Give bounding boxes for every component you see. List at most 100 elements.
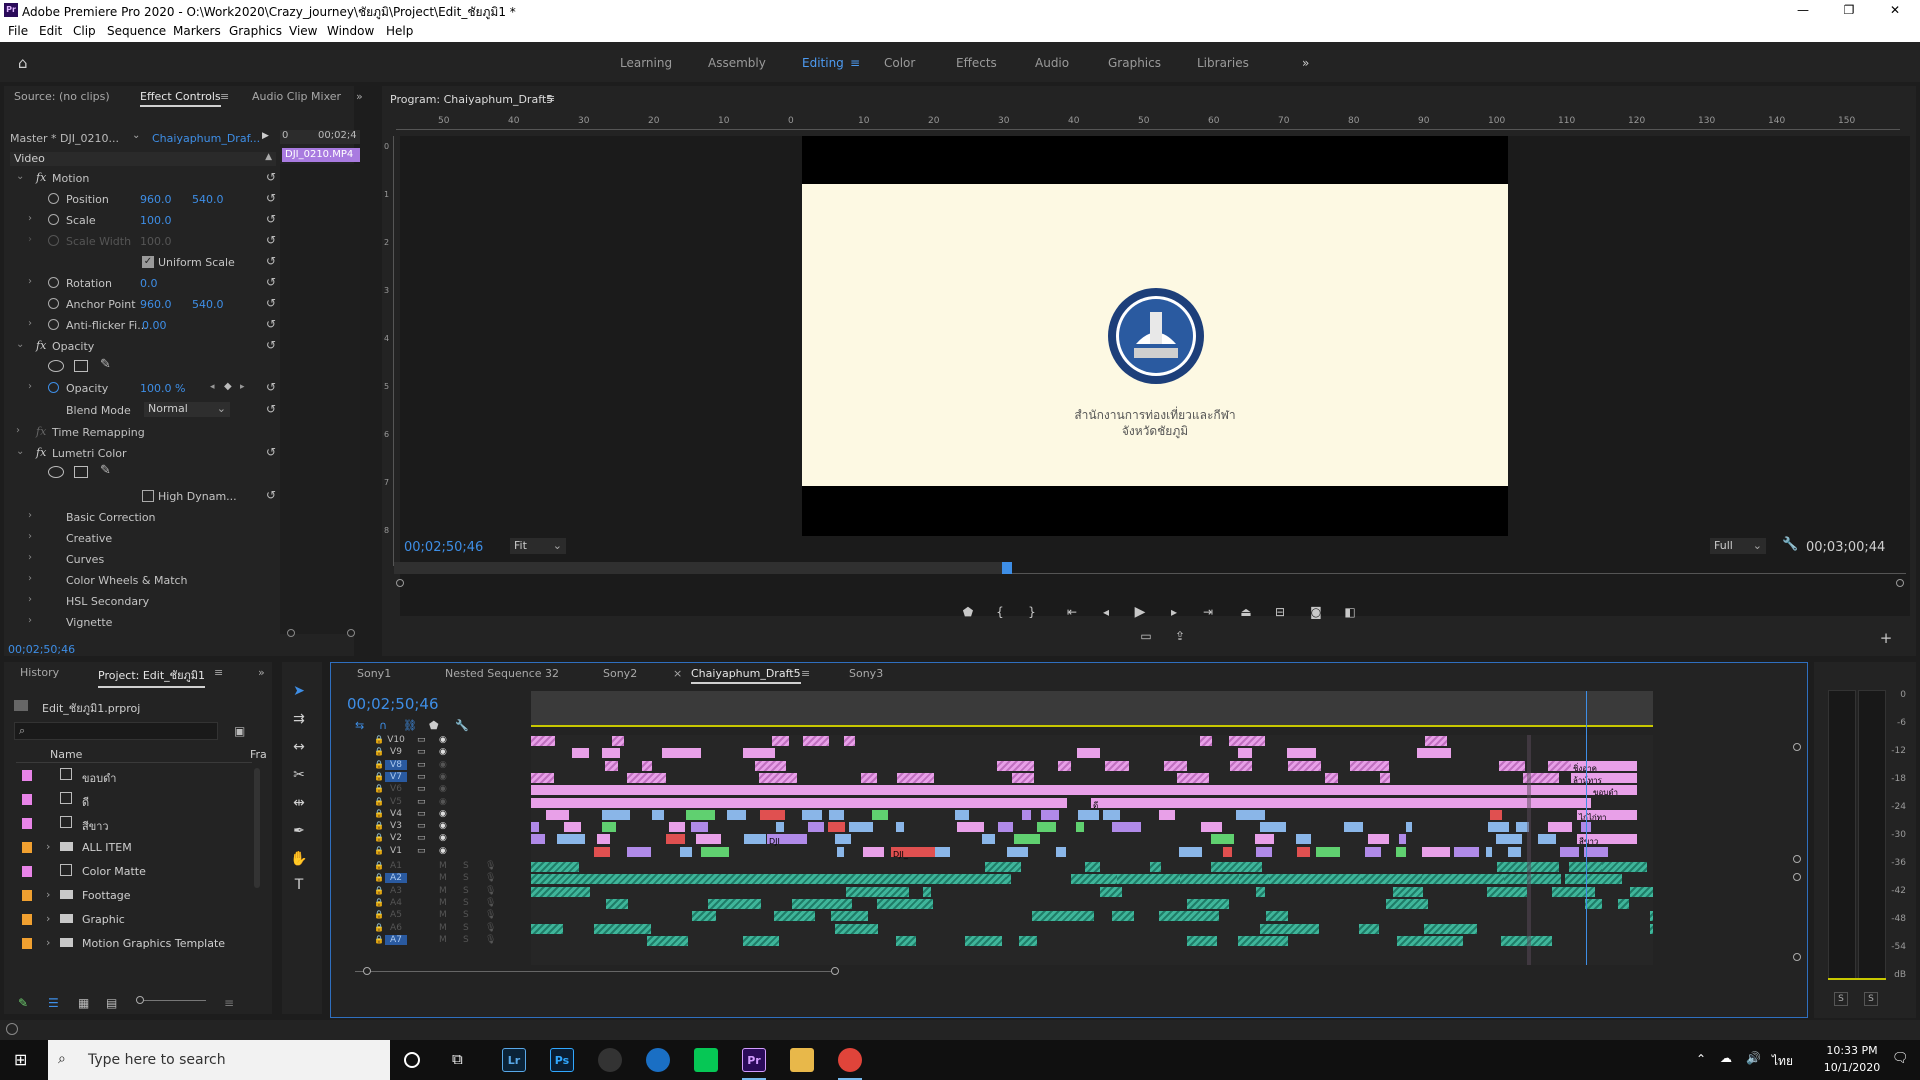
chevron-right-icon[interactable]: › bbox=[28, 510, 32, 521]
timeline-clip[interactable] bbox=[1584, 846, 1608, 857]
v-scroll-handle-mid[interactable] bbox=[1793, 855, 1801, 863]
chevron-right-icon[interactable]: › bbox=[28, 213, 32, 224]
timeline-clip[interactable] bbox=[1380, 772, 1390, 783]
timeline-clip[interactable] bbox=[1424, 923, 1477, 934]
timeline-clip[interactable] bbox=[1007, 846, 1028, 857]
sync-lock-icon[interactable]: ▭ bbox=[417, 735, 426, 745]
zoom-slider-handle[interactable] bbox=[136, 996, 144, 1004]
timeline-clip[interactable] bbox=[829, 809, 844, 820]
timeline-clip[interactable] bbox=[1260, 822, 1286, 833]
chevron-right-icon[interactable]: › bbox=[28, 615, 32, 626]
list-view-icon[interactable]: ☰ bbox=[48, 996, 59, 1010]
timeline-clip[interactable] bbox=[1490, 809, 1502, 820]
timeline-clip[interactable] bbox=[1552, 886, 1595, 897]
timeline-time-ruler[interactable] bbox=[531, 691, 1653, 727]
lock-icon[interactable]: 🔒 bbox=[374, 910, 384, 919]
timeline-clip[interactable] bbox=[1344, 822, 1363, 833]
timeline-clip[interactable] bbox=[1499, 760, 1525, 771]
timeline-clip[interactable] bbox=[1019, 935, 1037, 946]
snap-icon[interactable]: ∩ bbox=[379, 719, 387, 732]
zoom-handle-right[interactable] bbox=[347, 629, 355, 637]
workspace-color[interactable]: Color bbox=[884, 56, 915, 70]
timeline-clip[interactable] bbox=[955, 809, 969, 820]
label-color-swatch[interactable] bbox=[22, 866, 32, 877]
timeline-clip[interactable] bbox=[743, 935, 779, 946]
timeline-clip[interactable] bbox=[594, 846, 610, 857]
a-scroll-handle-top[interactable] bbox=[1793, 873, 1801, 881]
mute-icon[interactable]: M bbox=[439, 910, 447, 920]
lumetri-section-hsl[interactable]: › HSL Secondary bbox=[10, 593, 278, 610]
timeline-clip[interactable] bbox=[1037, 822, 1056, 833]
timeline-clip[interactable] bbox=[1201, 822, 1222, 833]
home-icon[interactable]: ⌂ bbox=[18, 54, 34, 72]
chevron-right-icon[interactable]: › bbox=[46, 936, 50, 949]
timeline-clip[interactable] bbox=[1650, 923, 1653, 934]
panel-overflow-icon[interactable]: » bbox=[356, 90, 363, 103]
chevron-right-icon[interactable]: › bbox=[28, 594, 32, 605]
cortana-icon[interactable] bbox=[404, 1052, 420, 1068]
timeline-clip[interactable] bbox=[1100, 886, 1122, 897]
onedrive-icon[interactable]: ☁ bbox=[1720, 1051, 1732, 1065]
high-dynamic-checkbox[interactable] bbox=[142, 490, 154, 502]
eye-icon[interactable]: ◉ bbox=[439, 784, 447, 794]
reset-icon[interactable]: ↺ bbox=[266, 317, 278, 331]
track-name[interactable]: V9 bbox=[385, 747, 407, 757]
project-item[interactable]: › Graphic bbox=[16, 910, 206, 930]
timeline-clip[interactable] bbox=[808, 822, 824, 833]
chrome-icon[interactable] bbox=[838, 1048, 862, 1072]
timeline-clip[interactable] bbox=[792, 898, 852, 909]
menu-markers[interactable]: Markers bbox=[173, 24, 221, 38]
clip-bar[interactable]: DJI_0210.MP4 bbox=[282, 148, 360, 162]
prev-keyframe-icon[interactable]: ◂ bbox=[210, 382, 215, 392]
microphone-icon[interactable]: 🎙 bbox=[485, 910, 496, 920]
timeline-clip[interactable] bbox=[872, 809, 888, 820]
timeline-clip[interactable] bbox=[531, 834, 545, 845]
timeline-clip[interactable] bbox=[557, 834, 585, 845]
new-bin-icon[interactable]: ▣ bbox=[234, 724, 245, 738]
timeline-clip[interactable] bbox=[1076, 822, 1084, 833]
timeline-clip[interactable] bbox=[1488, 822, 1509, 833]
program-scrub-bar[interactable] bbox=[394, 562, 1906, 574]
label-color-swatch[interactable] bbox=[22, 914, 32, 925]
solo-icon[interactable]: S bbox=[463, 886, 469, 896]
timeline-clip[interactable] bbox=[1487, 886, 1527, 897]
timeline-clip[interactable] bbox=[755, 760, 786, 771]
timeline-clip[interactable] bbox=[1396, 846, 1406, 857]
timeline-clip[interactable] bbox=[1255, 834, 1274, 845]
timeline-clip[interactable] bbox=[686, 809, 715, 820]
timeline-clip[interactable] bbox=[597, 834, 610, 845]
blend-mode-select[interactable]: Normal ⌄ bbox=[144, 402, 230, 417]
timeline-clip[interactable] bbox=[896, 935, 916, 946]
timeline-clip[interactable] bbox=[606, 898, 628, 909]
timeline-clip[interactable] bbox=[602, 748, 620, 759]
timeline-clip[interactable] bbox=[647, 935, 688, 946]
timeline-clip[interactable] bbox=[1041, 809, 1059, 820]
timeline-clip[interactable] bbox=[1288, 760, 1321, 771]
workspace-graphics[interactable]: Graphics bbox=[1108, 56, 1161, 70]
timeline-clip[interactable] bbox=[803, 736, 829, 746]
reset-icon[interactable]: ↺ bbox=[266, 338, 278, 352]
timeline-clip[interactable]: ล้าน์ทาร bbox=[1571, 772, 1637, 785]
track-name[interactable]: V1 bbox=[385, 846, 407, 856]
timeline-clip[interactable] bbox=[1386, 898, 1428, 909]
timeline-clip[interactable] bbox=[602, 822, 616, 833]
timeline-clip[interactable] bbox=[1296, 834, 1311, 845]
timeline-clip[interactable] bbox=[531, 736, 555, 746]
workspace-effects[interactable]: Effects bbox=[956, 56, 997, 70]
chevron-right-icon[interactable]: › bbox=[28, 276, 32, 287]
slip-tool-icon[interactable]: ⇹ bbox=[290, 794, 308, 812]
timeline-clip[interactable] bbox=[1425, 736, 1447, 746]
mute-icon[interactable]: M bbox=[439, 873, 447, 883]
play-icon[interactable]: ▶ bbox=[1132, 604, 1148, 620]
zoom-scroll-left-handle[interactable] bbox=[363, 967, 371, 975]
timeline-clip[interactable] bbox=[701, 846, 729, 857]
workspace-learning[interactable]: Learning bbox=[620, 56, 672, 70]
timeline-clip[interactable] bbox=[531, 862, 579, 872]
close-tab-icon[interactable]: × bbox=[673, 667, 682, 680]
timeline-clip[interactable] bbox=[612, 736, 624, 746]
solo-icon[interactable]: S bbox=[463, 935, 469, 945]
video-track-header[interactable]: 🔒 V2 ▭ ◉ bbox=[347, 833, 527, 845]
label-color-swatch[interactable] bbox=[22, 842, 32, 853]
task-view-icon[interactable]: ⧉ bbox=[452, 1050, 463, 1068]
timeline-clip[interactable] bbox=[1223, 846, 1232, 857]
